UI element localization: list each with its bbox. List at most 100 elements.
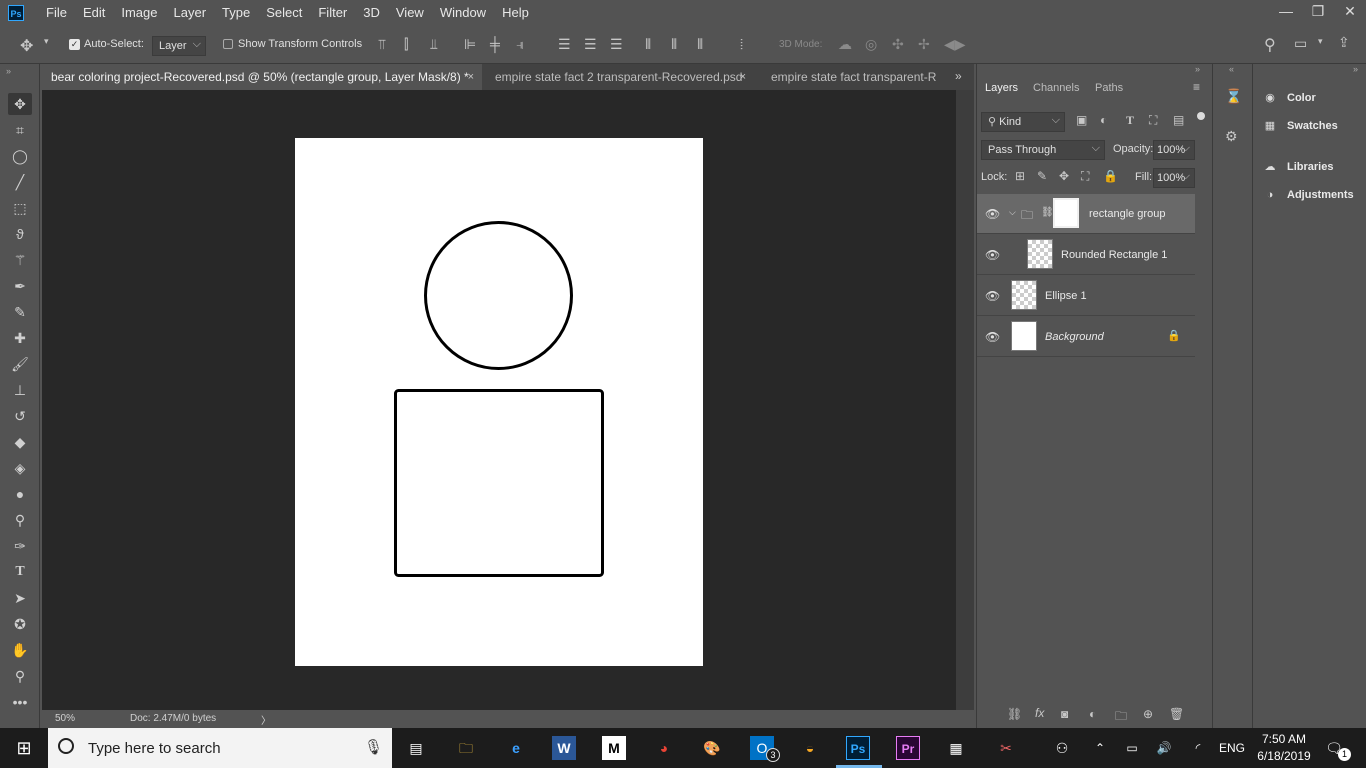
close-tab-icon[interactable]: × xyxy=(740,64,746,90)
new-adjustment-layer-icon[interactable]: ◐ xyxy=(1089,707,1096,721)
3d-scale-icon[interactable]: ◀▶ xyxy=(944,36,966,53)
eraser-tool-icon[interactable]: ◆ xyxy=(8,431,32,453)
mask-link-icon[interactable]: ⛓ xyxy=(1041,207,1054,218)
photoshop-taskbar-icon[interactable]: Ps xyxy=(846,736,870,760)
share-icon[interactable]: ⇪ xyxy=(1338,34,1350,51)
layer-name[interactable]: Rounded Rectangle 1 xyxy=(1061,235,1167,275)
3d-roll-icon[interactable]: ◎ xyxy=(865,36,877,53)
trash-icon[interactable]: 🗑 xyxy=(1169,707,1184,721)
healing-brush-tool-icon[interactable]: ✚ xyxy=(8,327,32,349)
more-tools-icon[interactable]: ••• xyxy=(8,691,32,713)
menu-view[interactable]: View xyxy=(388,0,432,26)
vertical-scrollbar[interactable] xyxy=(956,90,974,710)
lock-image-pixels-icon[interactable]: ✎ xyxy=(1037,169,1047,183)
distribute-vertical-center-icon[interactable]: ☰ xyxy=(584,36,597,53)
tab-paths[interactable]: Paths xyxy=(1095,77,1123,99)
collapse-toolbox-icon[interactable]: » xyxy=(6,66,11,76)
add-mask-icon[interactable]: ◙ xyxy=(1061,707,1068,721)
layer-row-ellipse-1[interactable]: 👁 Ellipse 1 xyxy=(977,276,1195,316)
shape-layer-filter-icon[interactable]: ⛶ xyxy=(1149,113,1157,128)
rectangular-marquee-tool-icon[interactable]: ⬚ xyxy=(8,197,32,219)
smart-object-filter-icon[interactable]: ▤ xyxy=(1173,113,1184,127)
distribute-right-icon[interactable]: ⦀ xyxy=(697,36,703,53)
swatches-panel-button[interactable]: ▦ Swatches xyxy=(1261,115,1338,137)
libraries-panel-button[interactable]: ☁ Libraries xyxy=(1261,156,1334,178)
clock-date[interactable]: 6/18/2019 xyxy=(1254,749,1314,763)
distribute-left-icon[interactable]: ⦀ xyxy=(645,36,651,53)
battery-icon[interactable]: ▭ xyxy=(1120,736,1144,760)
adjustment-layer-filter-icon[interactable]: ◐ xyxy=(1100,113,1107,127)
new-group-icon[interactable]: 🗀 xyxy=(1115,707,1127,728)
ellipse-marquee-tool-icon[interactable]: ◯ xyxy=(8,145,32,167)
word-icon[interactable]: W xyxy=(552,736,576,760)
auto-align-layers-icon[interactable]: ⦙ xyxy=(740,36,743,53)
collapse-panel-icon[interactable]: » xyxy=(1195,64,1200,74)
3d-slide-icon[interactable]: ✢ xyxy=(918,36,930,53)
paint-app-icon[interactable]: 🎨 xyxy=(700,736,724,760)
layer-mask-thumbnail[interactable] xyxy=(1053,198,1079,228)
rounded-rectangle-shape[interactable] xyxy=(394,389,604,577)
brush-tool-icon[interactable]: 🖌 xyxy=(8,353,32,375)
blend-mode-dropdown[interactable]: Pass Through xyxy=(981,139,1105,160)
expand-panels-icon[interactable]: « xyxy=(1229,64,1234,74)
calculator-icon[interactable]: ▦ xyxy=(944,736,968,760)
task-view-icon[interactable]: ▤ xyxy=(404,736,428,760)
volume-icon[interactable]: 🔊 xyxy=(1152,736,1176,760)
filter-toggle-icon[interactable] xyxy=(1197,112,1205,120)
move-tool-icon[interactable]: ✥ xyxy=(8,93,32,115)
layer-name[interactable]: Background xyxy=(1045,317,1104,357)
ellipse-shape[interactable] xyxy=(424,221,573,370)
windows-start-icon[interactable]: ⊞ xyxy=(12,736,36,760)
menu-window[interactable]: Window xyxy=(432,0,494,26)
tab-empire-state-fact-2[interactable]: empire state fact 2 transparent-Recovere… xyxy=(486,64,754,90)
workspace-dropdown-icon[interactable]: ▾ xyxy=(1318,36,1323,47)
zoom-level[interactable]: 50% xyxy=(55,713,75,724)
custom-shape-tool-icon[interactable]: ✪ xyxy=(8,613,32,635)
status-menu-arrow[interactable]: 〉 xyxy=(261,712,271,727)
media-app-icon[interactable]: ◒ xyxy=(798,736,822,760)
tab-bear-coloring-project[interactable]: bear coloring project-Recovered.psd @ 50… xyxy=(42,64,482,90)
tab-layers[interactable]: Layers xyxy=(985,77,1018,99)
layer-row-rectangle-group[interactable]: 👁 ⌵ 🗀 ⛓ rectangle group xyxy=(977,194,1195,234)
history-brush-tool-icon[interactable]: ↺ xyxy=(8,405,32,427)
align-top-icon[interactable]: ⫪ xyxy=(378,36,386,53)
show-hidden-icons-chevron[interactable]: ⌃ xyxy=(1088,736,1112,760)
distribute-horizontal-center-icon[interactable]: ⦀ xyxy=(671,36,677,53)
pixel-layer-filter-icon[interactable]: ▣ xyxy=(1076,113,1087,127)
tool-preset-dropdown-icon[interactable]: ▾ xyxy=(44,36,49,47)
paint-bucket-tool-icon[interactable]: ◈ xyxy=(8,457,32,479)
tab-empire-state-fact[interactable]: empire state fact transparent-R xyxy=(762,64,952,90)
layer-row-background[interactable]: 👁 Background 🔒 xyxy=(977,317,1195,357)
document-canvas[interactable] xyxy=(295,138,703,666)
layer-name[interactable]: Ellipse 1 xyxy=(1045,276,1087,316)
menu-filter[interactable]: Filter xyxy=(310,0,355,26)
visibility-eye-icon[interactable]: 👁 xyxy=(985,207,1000,221)
new-layer-icon[interactable]: ⊕ xyxy=(1143,707,1153,721)
wifi-icon[interactable]: ◜ xyxy=(1186,736,1210,760)
lock-position-icon[interactable]: ✥ xyxy=(1059,169,1069,183)
lock-artboard-icon[interactable]: ⛶ xyxy=(1081,169,1089,184)
line-tool-icon[interactable]: ╱ xyxy=(8,171,32,193)
premiere-icon[interactable]: Pr xyxy=(896,736,920,760)
blur-tool-icon[interactable]: ● xyxy=(8,483,32,505)
auto-select-checkbox[interactable]: ✓ xyxy=(69,39,80,50)
menu-layer[interactable]: Layer xyxy=(166,0,215,26)
dodge-tool-icon[interactable]: ⚲ xyxy=(8,509,32,531)
snipping-tool-icon[interactable]: ✂ xyxy=(994,736,1018,760)
people-icon[interactable]: ⚇ xyxy=(1050,736,1074,760)
chrome-icon[interactable]: ◕ xyxy=(652,736,676,760)
search-icon[interactable]: ⚲ xyxy=(1264,35,1276,55)
layer-filter-dropdown[interactable]: ⚲ Kind xyxy=(981,111,1065,132)
color-panel-button[interactable]: ◉ Color xyxy=(1261,87,1316,109)
pen-nib-icon[interactable]: ✒ xyxy=(8,275,32,297)
move-tool-icon[interactable]: ✥ xyxy=(20,36,33,56)
layer-name[interactable]: rectangle group xyxy=(1089,194,1165,234)
restore-button[interactable]: ❐ xyxy=(1302,0,1334,22)
menu-edit[interactable]: Edit xyxy=(75,0,113,26)
auto-select-target-dropdown[interactable]: Layer xyxy=(152,35,206,56)
layer-effects-icon[interactable]: fx xyxy=(1035,706,1044,720)
menu-help[interactable]: Help xyxy=(494,0,537,26)
layer-row-rounded-rectangle-1[interactable]: 👁 Rounded Rectangle 1 xyxy=(977,235,1195,275)
taskbar-search-box[interactable]: Type here to search 🎙 xyxy=(48,728,392,768)
m-app-icon[interactable]: M xyxy=(602,736,626,760)
